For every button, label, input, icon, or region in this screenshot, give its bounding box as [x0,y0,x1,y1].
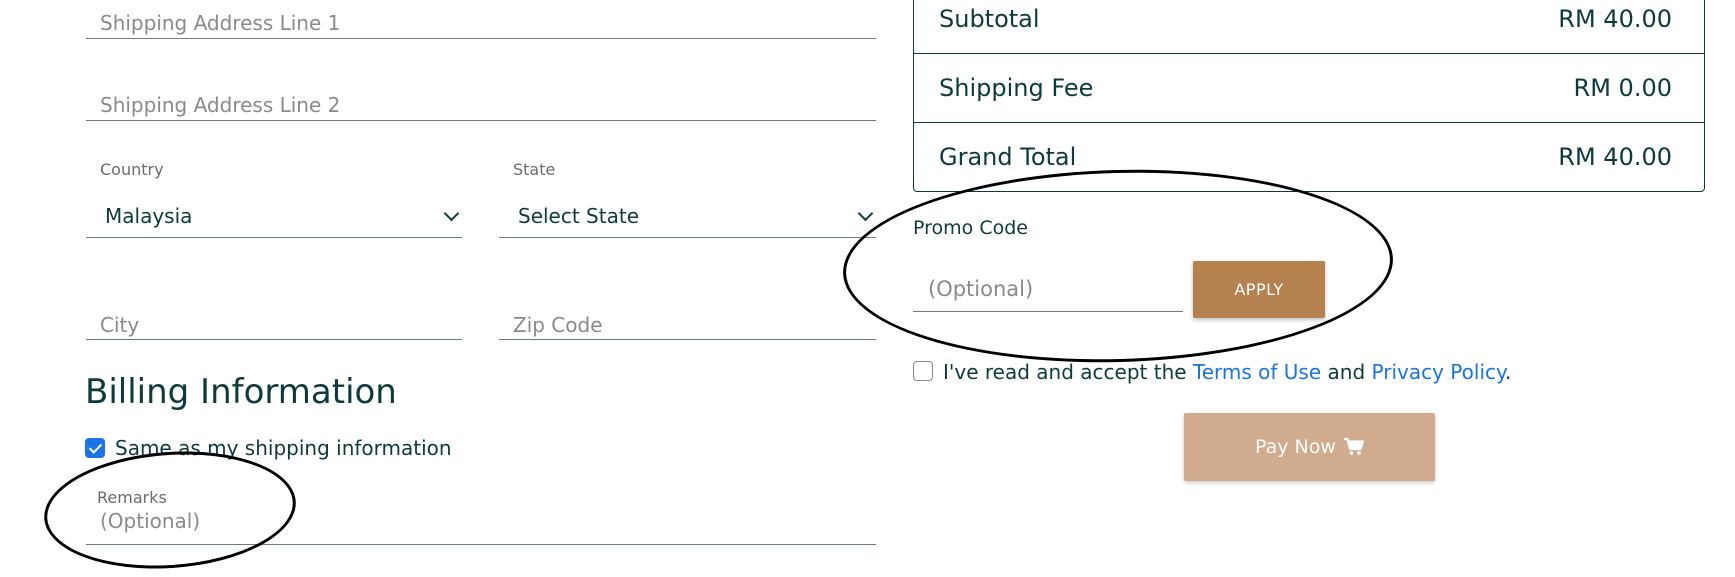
remarks-placeholder: (Optional) [100,509,201,533]
subtotal-value: RM 40.00 [1558,5,1672,33]
summary-divider [914,122,1704,123]
terms-and: and [1327,360,1366,384]
country-label: Country [100,160,164,179]
shipping-fee-label: Shipping Fee [939,74,1094,102]
remarks-underline [86,544,876,545]
chevron-down-icon [857,205,874,222]
city-underline [86,339,462,340]
state-underline [499,237,876,238]
shipping-address-line2-placeholder: Shipping Address Line 2 [100,93,341,117]
terms-suffix: . [1504,360,1512,384]
terms-prefix: I've read and accept the [943,360,1187,384]
promo-code-placeholder: (Optional) [928,277,1034,301]
same-as-shipping-checkbox[interactable] [85,438,105,458]
grand-total-value: RM 40.00 [1558,143,1672,171]
terms-statement: I've read and accept the Terms of Use an… [943,360,1511,384]
subtotal-label: Subtotal [939,5,1040,33]
billing-heading: Billing Information [85,372,397,412]
summary-divider [914,53,1704,54]
state-label: State [513,160,556,179]
shipping-address-line1-placeholder: Shipping Address Line 1 [100,11,341,35]
remarks-label: Remarks [97,488,167,507]
state-value: Select State [518,204,639,228]
terms-checkbox[interactable] [913,361,933,381]
shipping-fee-value: RM 0.00 [1573,74,1672,102]
zip-code-placeholder: Zip Code [513,313,603,337]
promo-code-underline [913,311,1183,312]
terms-of-use-link[interactable]: Terms of Use [1193,360,1321,384]
same-as-shipping-label: Same as my shipping information [115,436,452,460]
shipping-address-line1-underline [86,38,876,39]
city-placeholder: City [100,313,140,337]
order-summary: Subtotal RM 40.00 Shipping Fee RM 0.00 G… [913,0,1705,192]
country-underline [86,237,462,238]
promo-code-label: Promo Code [913,217,1028,239]
grand-total-label: Grand Total [939,143,1077,171]
pay-now-button[interactable]: Pay Now [1184,413,1435,481]
country-value: Malaysia [105,204,193,228]
privacy-policy-link[interactable]: Privacy Policy [1372,360,1505,384]
pay-now-label: Pay Now [1255,436,1336,458]
cart-icon [1343,438,1364,455]
apply-promo-button[interactable]: APPLY [1193,261,1325,318]
chevron-down-icon [443,205,460,222]
zip-code-underline [499,339,876,340]
shipping-address-line2-underline [86,120,876,121]
